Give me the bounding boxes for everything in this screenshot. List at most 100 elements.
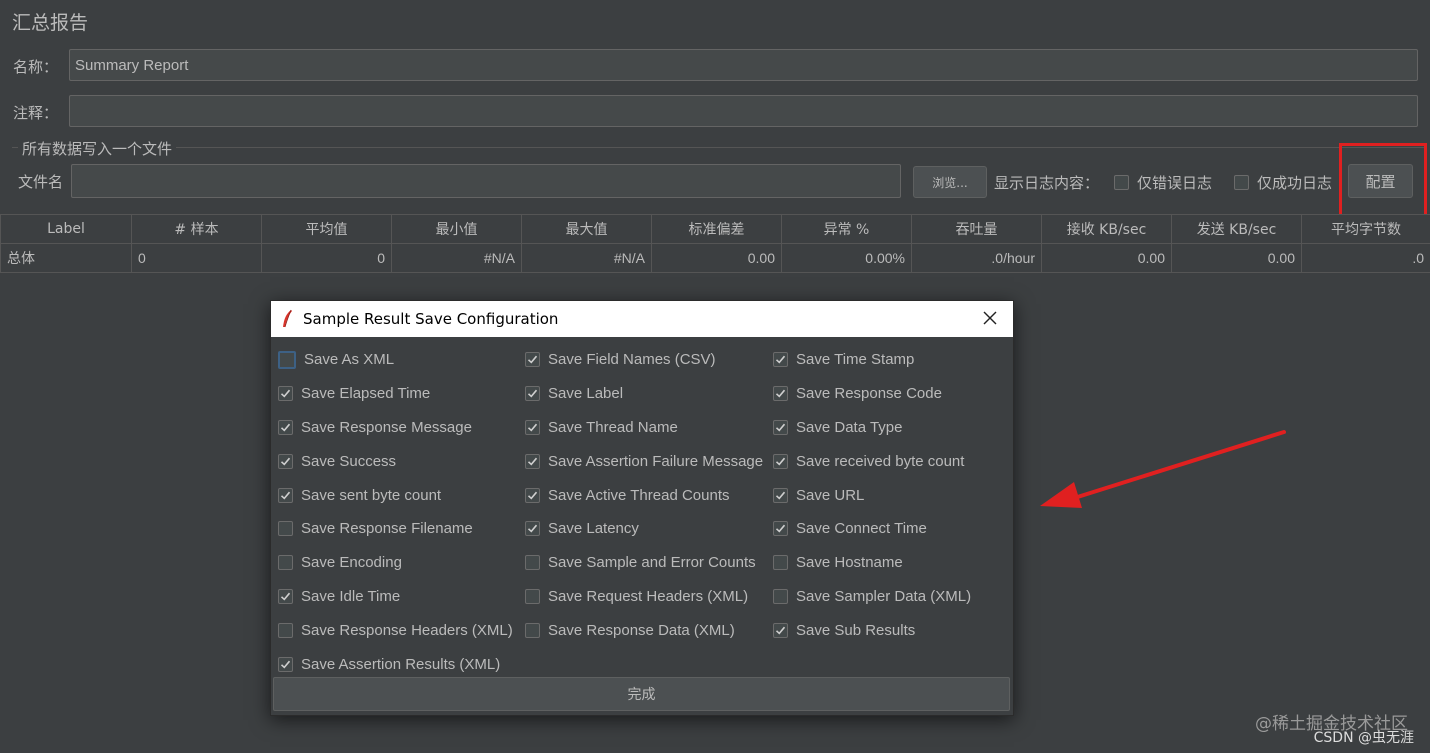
save-option-label: Save Response Filename (301, 520, 473, 538)
success-only-option[interactable]: 仅成功日志 (1234, 172, 1332, 193)
dialog-titlebar[interactable]: Sample Result Save Configuration (271, 301, 1013, 337)
save-option-label: Save URL (796, 486, 865, 504)
jmeter-feather-icon (283, 309, 292, 328)
save-option[interactable]: Save Latency (525, 512, 773, 546)
column-header[interactable]: 接收 KB/sec (1041, 214, 1172, 244)
table-header-row: Label # 样本 平均值 最小值 最大值 标准偏差 异常 % 吞吐量 接收 … (0, 214, 1430, 244)
checkbox[interactable] (525, 555, 540, 571)
save-option-label: Save Response Code (796, 385, 942, 403)
checked-checkbox-icon[interactable] (525, 386, 540, 402)
column-header[interactable]: Label (0, 214, 132, 244)
save-option[interactable]: Save Response Code (773, 377, 1013, 411)
column-header[interactable]: 吞吐量 (911, 214, 1042, 244)
save-option[interactable]: Save Assertion Failure Message (525, 444, 773, 478)
errors-only-checkbox[interactable] (1114, 175, 1129, 190)
checkbox[interactable] (278, 555, 293, 571)
column-header[interactable]: 最大值 (521, 214, 652, 244)
checked-checkbox-icon[interactable] (525, 453, 540, 469)
name-input[interactable] (69, 49, 1418, 81)
save-option[interactable]: Save As XML (278, 343, 525, 377)
save-option[interactable]: Save Sampler Data (XML) (773, 580, 1013, 614)
save-option[interactable]: Save Response Filename (278, 512, 525, 546)
save-option[interactable]: Save Request Headers (XML) (525, 580, 773, 614)
save-option-label: Save Sample and Error Counts (548, 554, 756, 572)
checked-checkbox-icon[interactable] (773, 453, 788, 469)
checkbox[interactable] (525, 622, 540, 638)
checked-checkbox-icon[interactable] (773, 622, 788, 638)
checked-checkbox-icon[interactable] (525, 487, 540, 503)
checked-checkbox-icon[interactable] (773, 521, 788, 537)
save-option[interactable]: Save Hostname (773, 546, 1013, 580)
save-option[interactable]: Save Success (278, 444, 525, 478)
save-option[interactable]: Save Response Headers (XML) (278, 613, 525, 647)
filename-label: 文件名 (18, 173, 64, 191)
save-option[interactable]: Save Elapsed Time (278, 377, 525, 411)
checked-checkbox-icon[interactable] (525, 521, 540, 537)
checked-checkbox-icon[interactable] (773, 352, 788, 368)
save-option[interactable]: Save Encoding (278, 546, 525, 580)
save-option[interactable]: Save URL (773, 478, 1013, 512)
checked-checkbox-icon[interactable] (773, 419, 788, 435)
column-header[interactable]: 异常 % (781, 214, 912, 244)
checked-checkbox-icon[interactable] (773, 487, 788, 503)
success-only-label: 仅成功日志 (1257, 174, 1333, 192)
checked-checkbox-icon[interactable] (278, 453, 293, 469)
table-cell: #N/A (391, 243, 522, 273)
save-option[interactable]: Save Assertion Results (XML) (278, 647, 525, 681)
table-cell: 0.00 (651, 243, 782, 273)
checked-checkbox-icon[interactable] (278, 588, 293, 604)
save-option[interactable]: Save Data Type (773, 411, 1013, 445)
save-option[interactable]: Save sent byte count (278, 478, 525, 512)
save-option-label: Save Request Headers (XML) (548, 587, 749, 605)
save-option-label: Save Time Stamp (796, 351, 915, 369)
column-header[interactable]: 平均值 (261, 214, 392, 244)
errors-only-option[interactable]: 仅错误日志 (1114, 172, 1212, 193)
column-header[interactable]: 最小值 (391, 214, 522, 244)
checked-checkbox-icon[interactable] (525, 352, 540, 368)
column-header[interactable]: # 样本 (131, 214, 262, 244)
checked-checkbox-icon[interactable] (278, 656, 293, 672)
save-option[interactable]: Save Label (525, 377, 773, 411)
checked-checkbox-icon[interactable] (773, 386, 788, 402)
save-option[interactable]: Save Idle Time (278, 580, 525, 614)
browse-button[interactable]: 浏览... (913, 166, 987, 198)
table-cell: 总体 (0, 243, 132, 273)
save-option[interactable]: Save Time Stamp (773, 343, 1013, 377)
save-option[interactable]: Save Active Thread Counts (525, 478, 773, 512)
configure-highlight-box (1339, 143, 1427, 222)
checked-checkbox-icon[interactable] (525, 419, 540, 435)
save-option[interactable]: Save Response Data (XML) (525, 613, 773, 647)
save-option[interactable]: Save Sub Results (773, 613, 1013, 647)
save-option-label: Save Response Headers (XML) (301, 621, 513, 639)
annotation-arrow-icon (1040, 430, 1286, 508)
column-header[interactable]: 发送 KB/sec (1171, 214, 1302, 244)
save-option[interactable]: Save Sample and Error Counts (525, 546, 773, 580)
checkbox[interactable] (278, 350, 296, 369)
column-header[interactable]: 平均字节数 (1301, 214, 1430, 244)
checkbox[interactable] (278, 521, 293, 537)
dialog-title: Sample Result Save Configuration (303, 310, 559, 328)
checkbox[interactable] (773, 555, 788, 571)
done-button[interactable]: 完成 (273, 677, 1010, 711)
save-option[interactable]: Save Field Names (CSV) (525, 343, 773, 377)
checked-checkbox-icon[interactable] (278, 419, 293, 435)
close-icon[interactable] (981, 309, 999, 327)
results-table: Label # 样本 平均值 最小值 最大值 标准偏差 异常 % 吞吐量 接收 … (0, 214, 1430, 273)
options-grid: Save As XML Save Field Names (CSV) Save Ti… (278, 343, 1013, 681)
save-option-label: Save Label (548, 385, 624, 403)
checkbox[interactable] (773, 588, 788, 604)
save-option[interactable]: Save Connect Time (773, 512, 1013, 546)
success-only-checkbox[interactable] (1234, 175, 1249, 190)
filename-input[interactable] (71, 164, 901, 198)
save-option-label: Save Assertion Failure Message (548, 452, 764, 470)
checkbox[interactable] (525, 588, 540, 604)
table-row[interactable]: 总体 0 0 #N/A #N/A 0.00 0.00% .0/hour 0.00… (0, 243, 1430, 273)
checked-checkbox-icon[interactable] (278, 487, 293, 503)
checkbox[interactable] (278, 622, 293, 638)
column-header[interactable]: 标准偏差 (651, 214, 782, 244)
checked-checkbox-icon[interactable] (278, 386, 293, 402)
save-option[interactable]: Save Thread Name (525, 411, 773, 445)
save-option[interactable]: Save Response Message (278, 411, 525, 445)
save-option[interactable]: Save received byte count (773, 444, 1013, 478)
comment-input[interactable] (69, 95, 1418, 127)
